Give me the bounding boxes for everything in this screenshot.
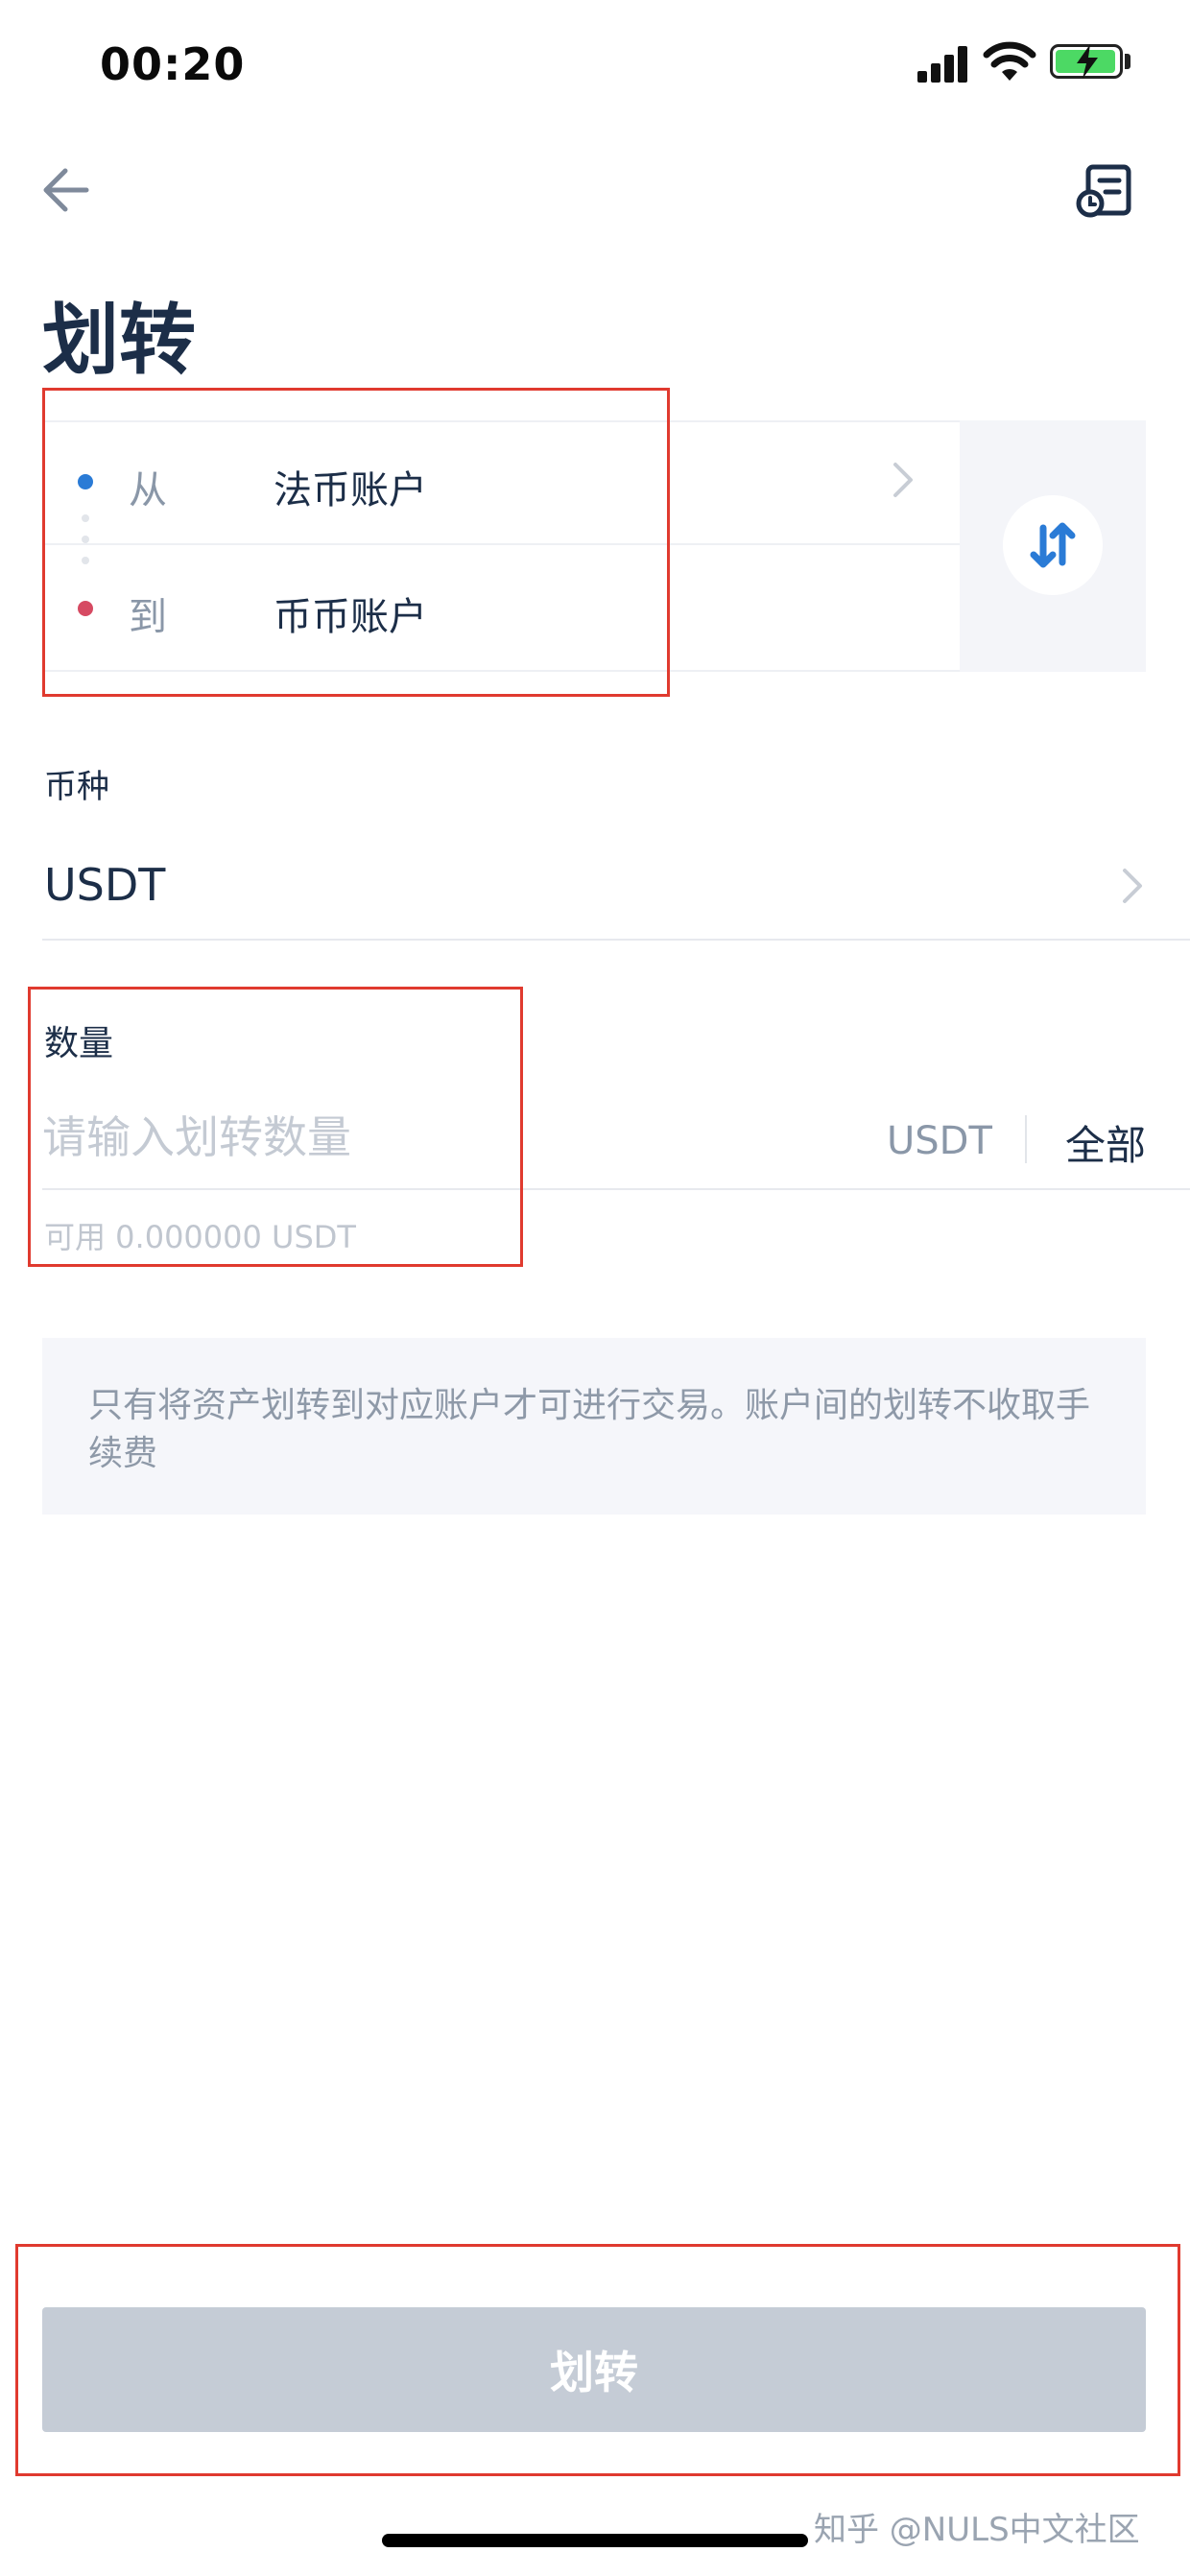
- wifi-icon: [983, 41, 1036, 81]
- back-arrow-icon[interactable]: [38, 163, 92, 217]
- status-time: 00:20: [100, 38, 246, 90]
- page-title: 划转: [42, 296, 196, 385]
- chevron-right-icon: [1123, 869, 1142, 903]
- notice-text: 只有将资产划转到对应账户才可进行交易。账户间的划转不收取手续费: [88, 1386, 1091, 1473]
- cell-signal-icon: [917, 44, 969, 83]
- currency-divider: [42, 939, 1190, 941]
- home-indicator: [382, 2534, 808, 2547]
- battery-tip: [1125, 54, 1130, 69]
- currency-select[interactable]: [42, 835, 1146, 939]
- unit-separator: [1025, 1115, 1027, 1163]
- charging-bolt-icon: [1077, 44, 1098, 79]
- annotation-box-amount: [28, 987, 523, 1267]
- swap-accounts-icon[interactable]: [1003, 495, 1103, 595]
- amount-unit: USDT: [887, 1119, 992, 1163]
- currency-label: 币种: [44, 768, 109, 806]
- annotation-box-submit: [15, 2244, 1180, 2476]
- watermark: 知乎 @NULS中文社区: [814, 2511, 1140, 2549]
- transfer-all-button[interactable]: 全部: [1065, 1113, 1146, 1172]
- chevron-right-icon: [893, 463, 913, 497]
- transfer-history-icon[interactable]: [1075, 161, 1134, 221]
- annotation-box-accounts: [42, 388, 670, 697]
- currency-value: USDT: [44, 859, 166, 911]
